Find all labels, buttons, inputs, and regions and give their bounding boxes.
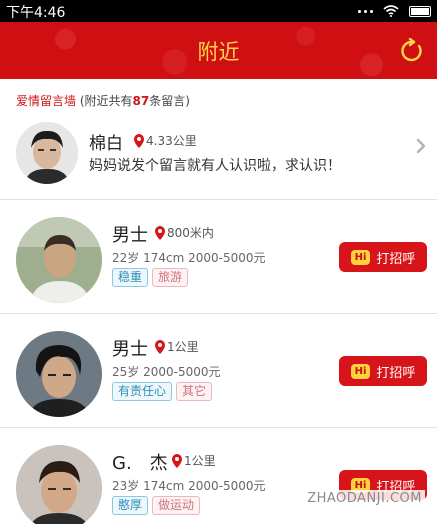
avatar [16, 445, 102, 524]
notice-suffix: 条留言) [149, 94, 190, 108]
user-tags: 有责任心 其它 [112, 382, 213, 401]
user-distance: 1公里 [172, 452, 216, 469]
greet-button[interactable]: Hi 打招呼 [339, 242, 427, 272]
status-time: 下午4:46 [6, 5, 66, 21]
location-pin-icon [155, 339, 165, 354]
status-icons [358, 5, 431, 17]
user-list-item[interactable]: 男士 800米内 22岁 174cm 2000-5000元 稳重 旅游 Hi 打… [0, 199, 437, 311]
tag: 其它 [176, 382, 213, 401]
location-pin-icon [172, 453, 182, 468]
user-name: G. 杰 [112, 453, 168, 474]
user-tags: 憨厚 做运动 [112, 496, 201, 515]
tag: 做运动 [152, 496, 201, 515]
wifi-icon [383, 5, 399, 17]
avatar [16, 122, 78, 184]
greet-label: 打招呼 [376, 251, 416, 267]
user-list-item[interactable]: G. 杰 1公里 23岁 174cm 2000-5000元 憨厚 做运动 Hi … [0, 427, 437, 524]
message-wall-link[interactable]: 爱情留言墙 [16, 94, 76, 108]
tag: 稳重 [112, 268, 149, 287]
message-author: 棉白 [89, 134, 123, 154]
user-name: 男士 [112, 339, 148, 360]
battery-icon [409, 5, 431, 17]
status-bar: 下午4:46 [0, 0, 437, 22]
user-tags: 稳重 旅游 [112, 268, 189, 287]
app-header: 附近 [0, 22, 437, 79]
user-distance: 800米内 [155, 224, 214, 241]
distance-text: 800米内 [167, 226, 214, 240]
greet-label: 打招呼 [376, 365, 416, 381]
avatar [16, 331, 102, 417]
message-distance: 4.33公里 [134, 132, 197, 149]
user-list-item[interactable]: 男士 1公里 25岁 2000-5000元 有责任心 其它 Hi 打招呼 [0, 313, 437, 425]
distance-text: 1公里 [184, 454, 216, 468]
more-dots-icon [358, 9, 373, 13]
user-info: 23岁 174cm 2000-5000元 [112, 479, 266, 493]
message-wall-notice: 爱情留言墙 (附近共有87条留言) [16, 92, 190, 109]
user-info: 22岁 174cm 2000-5000元 [112, 251, 266, 265]
user-distance: 1公里 [155, 338, 199, 355]
chevron-right-icon[interactable] [415, 138, 427, 154]
notice-prefix: (附近共有 [79, 94, 133, 108]
user-info: 25岁 2000-5000元 [112, 365, 221, 379]
avatar [16, 217, 102, 303]
tag: 憨厚 [112, 496, 149, 515]
message-text: 妈妈说发个留言就有人认识啦，求认识！ [89, 158, 341, 174]
greet-button[interactable]: Hi 打招呼 [339, 356, 427, 386]
location-pin-icon [134, 133, 144, 148]
tag: 旅游 [152, 268, 189, 287]
distance-text: 4.33公里 [146, 134, 197, 148]
distance-text: 1公里 [167, 340, 199, 354]
message-item[interactable]: 棉白 4.33公里 妈妈说发个留言就有人认识啦，求认识！ [0, 113, 437, 198]
user-name: 男士 [112, 225, 148, 246]
location-pin-icon [155, 225, 165, 240]
hi-icon: Hi [350, 249, 371, 265]
message-count: 87 [132, 94, 150, 108]
watermark: ZHAODANJI.COM [304, 490, 425, 507]
tag: 有责任心 [112, 382, 173, 401]
hi-icon: Hi [350, 363, 371, 379]
refresh-icon[interactable] [399, 38, 425, 64]
page-title: 附近 [197, 40, 240, 64]
